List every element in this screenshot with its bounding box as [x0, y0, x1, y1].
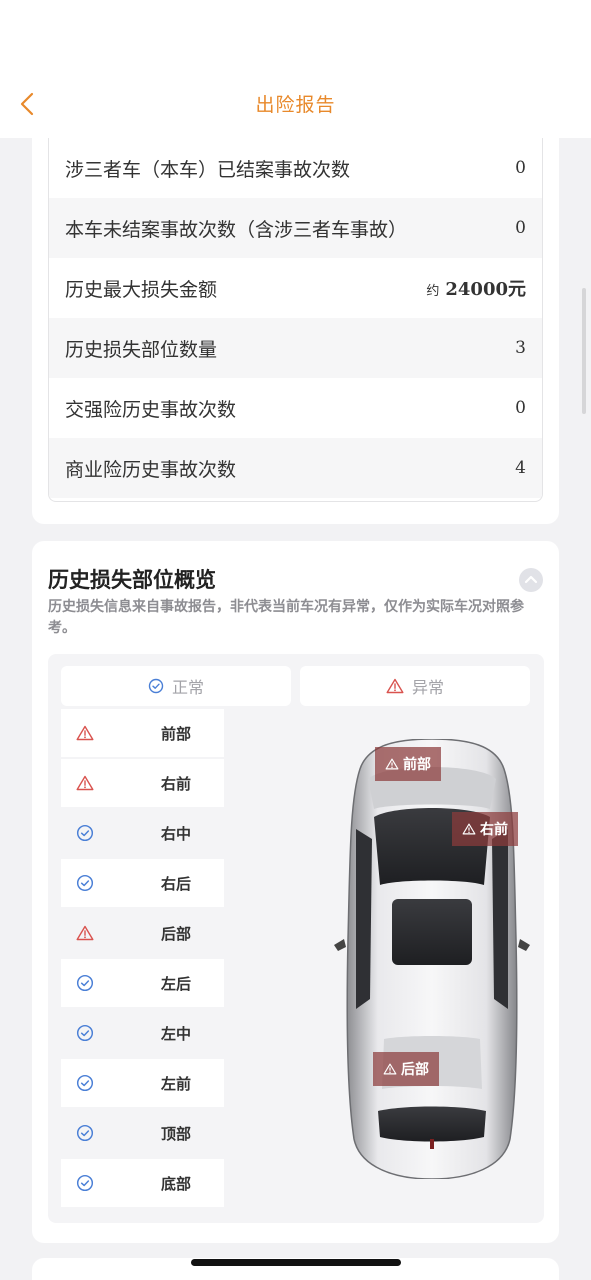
warning-triangle-icon — [76, 775, 94, 791]
scrollbar[interactable] — [582, 288, 586, 414]
summary-value-prefix: 约 — [426, 284, 440, 299]
summary-value: 4 — [515, 458, 526, 478]
home-indicator[interactable] — [191, 1259, 401, 1266]
part-row-left-middle: 左中 — [61, 1009, 224, 1057]
section-title: 历史损失部位概览 — [48, 568, 216, 592]
check-circle-icon — [76, 1174, 94, 1192]
accident-summary-table: 涉三者车（本车）已结案事故次数 0 本车未结案事故次数（含涉三者车事故） 0 历… — [48, 138, 543, 502]
check-circle-icon — [76, 824, 94, 842]
summary-row: 历史最大损失金额 约 24000元 — [49, 258, 542, 318]
check-circle-icon — [76, 974, 94, 992]
warning-triangle-icon — [462, 823, 476, 835]
page-title: 出险报告 — [255, 94, 336, 116]
car-top-view-image — [334, 739, 530, 1179]
summary-value: 0 — [515, 158, 526, 178]
summary-row: 交强险历史事故次数 0 — [49, 378, 542, 438]
part-name: 右中 — [161, 824, 192, 843]
summary-value: 24000元 — [445, 279, 526, 300]
summary-label: 本车未结案事故次数（含涉三者车事故） — [65, 218, 408, 241]
part-row-bottom: 底部 — [61, 1159, 224, 1207]
chevron-up-icon — [524, 575, 538, 584]
part-row-front: 前部 — [61, 709, 224, 757]
part-name: 左前 — [161, 1074, 192, 1093]
summary-label: 历史最大损失金额 — [65, 278, 218, 301]
summary-value: 3 — [515, 338, 526, 358]
summary-label: 商业险历史事故次数 — [65, 458, 237, 481]
disclaimer-note: 历史损失信息来自事故报告，非代表当前车况有异常，仅作为实际车况对照参考。 — [48, 599, 524, 636]
part-name: 右前 — [161, 774, 192, 793]
summary-value: 0 — [515, 218, 526, 238]
summary-row: 商业险历史事故次数 4 — [49, 438, 542, 498]
damage-overview-card: 历史损失部位概览 历史损失信息来自事故报告，非代表当前车况有异常，仅作为实际车况… — [32, 541, 559, 1243]
nav-bar: 出险报告 — [0, 70, 591, 138]
car-tag-rear: 后部 — [373, 1052, 439, 1086]
summary-label: 历史损失部位数量 — [65, 338, 218, 361]
car-tag-right-front: 右前 — [452, 812, 518, 846]
legend-abnormal-label: 异常 — [411, 678, 444, 697]
warning-triangle-icon — [76, 925, 94, 941]
legend-normal: 正常 — [61, 666, 291, 706]
part-row-right-middle: 右中 — [61, 809, 224, 857]
car-tag-label: 后部 — [401, 1062, 429, 1078]
check-circle-icon — [148, 678, 164, 694]
summary-row: 涉三者车（本车）已结案事故次数 0 — [49, 138, 542, 198]
part-name: 顶部 — [161, 1124, 192, 1143]
part-row-left-rear: 左后 — [61, 959, 224, 1007]
part-row-rear: 后部 — [61, 909, 224, 957]
accident-summary-card: 涉三者车（本车）已结案事故次数 0 本车未结案事故次数（含涉三者车事故） 0 历… — [32, 138, 559, 524]
part-row-roof: 顶部 — [61, 1109, 224, 1157]
part-row-left-front: 左前 — [61, 1059, 224, 1107]
car-tag-front: 前部 — [375, 747, 441, 781]
part-name: 后部 — [161, 924, 192, 943]
collapse-button[interactable] — [519, 568, 543, 592]
part-row-right-front: 右前 — [61, 759, 224, 807]
part-name: 底部 — [161, 1174, 192, 1193]
damage-diagram-panel: 正常 异常 前部 右前 右中 右后 后部 左后 左中 左前 顶部 底部 前部 右… — [48, 654, 544, 1223]
car-tag-label: 前部 — [403, 757, 431, 773]
warning-triangle-icon — [386, 678, 404, 694]
check-circle-icon — [76, 1124, 94, 1142]
part-name: 前部 — [161, 724, 192, 743]
part-name: 左中 — [161, 1024, 192, 1043]
status-bar — [0, 0, 591, 70]
check-circle-icon — [76, 1074, 94, 1092]
check-circle-icon — [76, 1024, 94, 1042]
summary-row: 本车未结案事故次数（含涉三者车事故） 0 — [49, 198, 542, 258]
part-name: 左后 — [161, 974, 192, 993]
summary-row: 历史损失部位数量 3 — [49, 318, 542, 378]
warning-triangle-icon — [385, 758, 399, 770]
legend-abnormal: 异常 — [300, 666, 530, 706]
part-name: 右后 — [161, 874, 192, 893]
car-tag-label: 右前 — [480, 822, 508, 838]
summary-value: 0 — [515, 398, 526, 418]
part-row-right-rear: 右后 — [61, 859, 224, 907]
warning-triangle-icon — [383, 1063, 397, 1075]
warning-triangle-icon — [76, 725, 94, 741]
legend-normal-label: 正常 — [171, 678, 204, 697]
check-circle-icon — [76, 874, 94, 892]
summary-label: 涉三者车（本车）已结案事故次数 — [65, 158, 351, 181]
summary-label: 交强险历史事故次数 — [65, 398, 237, 421]
summary-value-wrap: 约 24000元 — [426, 275, 526, 301]
